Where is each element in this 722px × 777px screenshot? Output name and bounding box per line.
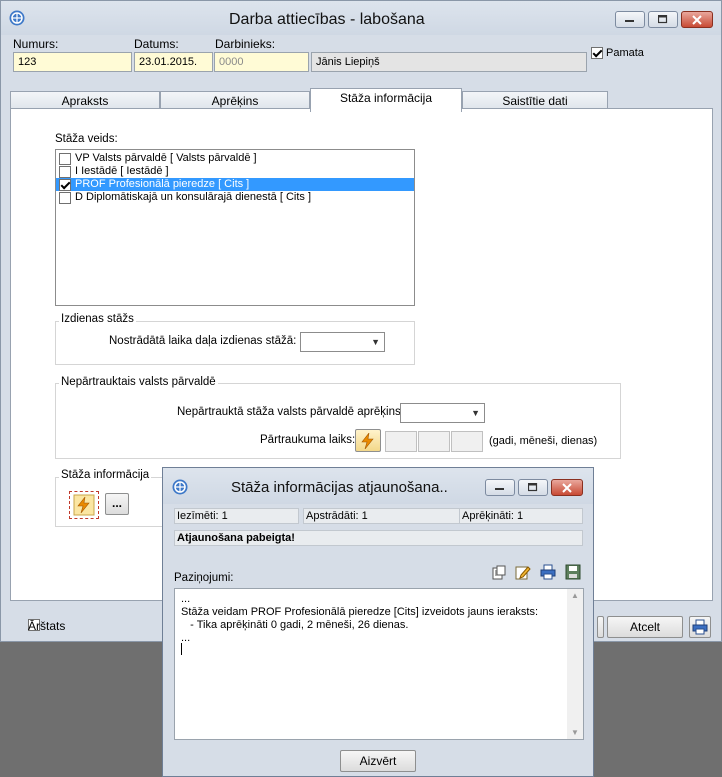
pamata-label: Pamata [606,47,644,59]
nepartrauktais-calc-label: Nepārtrauktā stāža valsts pārvaldē aprēķ… [177,406,404,418]
printer-icon [692,619,708,635]
darbinieks-code-field[interactable]: 0000 [214,52,309,72]
list-item-label: PROF Profesionālā pieredze [ Cits ] [75,178,250,190]
datums-field[interactable]: 23.01.2015. [134,52,213,72]
staza-info-title: Stāža informācija [59,469,152,481]
list-item[interactable]: I Iestādē [ Iestādē ] [56,165,414,178]
log-line: ... [181,593,191,605]
izdienas-label: Nostrādātā laika daļa izdienas stāžā: [109,335,297,347]
pazinojumi-label: Paziņojumi: [174,572,234,584]
messages-area[interactable]: ... Stāža veidam PROF Profesionālā piered… [174,588,584,740]
minimize-icon [625,19,634,22]
break-time-hint: (gadi, mēneši, dienas) [489,435,598,447]
izdienas-title: Izdienas stāžs [59,313,136,325]
print-button[interactable] [689,616,711,638]
list-item[interactable]: VP Valsts pārvaldē [ Valsts pārvaldē ] [56,152,414,165]
dialog-title: Stāža informācijas atjaunošana.. [231,479,448,496]
dialog-maximize-button[interactable] [518,479,548,496]
more-button[interactable]: ... [105,493,129,515]
darbinieks-name-field: Jānis Liepiņš [311,52,587,72]
pamata-checkbox[interactable] [591,47,603,59]
status-field: Atjaunošana pabeigta! [174,530,583,546]
chevron-down-icon: ▼ [371,337,380,347]
log-line: ... [181,632,191,644]
staza-veids-list[interactable]: VP Valsts pārvaldē [ Valsts pārvaldē ] I… [55,149,415,306]
vertical-scrollbar[interactable]: ▲ ▼ [567,589,583,739]
break-months-field[interactable] [418,431,450,452]
refresh-staza-button[interactable] [69,491,99,519]
log-line: Stāža veidam PROF Profesionālā pieredze … [181,606,539,618]
datums-label: Datums: [134,37,179,51]
scroll-up-icon[interactable]: ▲ [571,591,579,600]
app-logo-icon [172,479,188,498]
maximize-icon [658,15,668,24]
copy-icon[interactable] [491,565,507,584]
list-item-checkbox[interactable] [59,152,71,165]
numurs-field[interactable]: 123 [13,52,132,72]
close-icon [562,482,572,493]
list-item-selected[interactable]: PROF Profesionālā pieredze [ Cits ] [56,178,414,191]
list-item-checkbox[interactable] [59,191,71,204]
numurs-label: Numurs: [13,37,59,51]
window-title: Darba attiecības - labošana [229,11,425,28]
staza-veids-label: Stāža veids: [55,133,118,145]
save-icon[interactable] [565,564,581,583]
minimize-icon [495,487,504,490]
minimize-button[interactable] [615,11,645,28]
edit-icon[interactable] [515,564,531,583]
list-item-label: D Diplomātiskajā un konsulārajā dienestā… [75,191,312,203]
dialog-close-button[interactable] [551,479,583,496]
nepartrauktais-calc-combo[interactable]: ▼ [400,403,485,423]
scroll-down-icon[interactable]: ▼ [571,728,579,737]
list-item[interactable]: D Diplomātiskajā un konsulārajā dienestā… [56,191,414,204]
close-icon [692,14,702,25]
list-item-checkbox[interactable] [59,165,71,178]
lightning-icon [73,494,95,516]
hidden-button-edge[interactable] [597,616,604,638]
calculate-break-button[interactable] [355,429,381,452]
break-days-field[interactable] [451,431,483,452]
maximize-button[interactable] [648,11,678,28]
break-years-field[interactable] [385,431,417,452]
nepartrauktais-group [55,383,621,459]
break-time-label: Pārtraukuma laiks: [260,434,356,446]
lightning-icon [361,432,374,449]
izdienas-combo[interactable]: ▼ [300,332,385,352]
nepartrauktais-title: Nepārtrauktais valsts pārvaldē [59,376,218,388]
tab-staza-informacija[interactable]: Stāža informācija [310,88,462,112]
aprekinati-field: Aprēķināti: 1 [459,508,583,524]
chevron-down-icon: ▼ [471,408,480,418]
darbinieks-label: Darbinieks: [215,37,276,51]
list-item-label: VP Valsts pārvaldē [ Valsts pārvaldē ] [75,152,257,164]
maximize-icon [528,483,538,492]
close-dialog-button[interactable]: Aizvērt [340,750,416,772]
iezimeti-field: Iezīmēti: 1 [174,508,299,524]
text-cursor [181,643,182,655]
app-logo-icon [9,10,25,29]
messages-text: ... Stāža veidam PROF Profesionālā piered… [181,593,538,645]
dialog-title-bar[interactable]: Stāža informācijas atjaunošana.. [163,468,593,504]
arstats-label: Ārštats [28,619,66,633]
list-item-label: I Iestādē [ Iestādē ] [75,165,169,177]
cancel-button[interactable]: Atcelt [607,616,683,638]
dialog-minimize-button[interactable] [485,479,515,496]
update-dialog: Stāža informācijas atjaunošana.. Iezīmēt… [162,467,594,777]
list-item-checkbox[interactable] [59,178,71,191]
log-line: - Tika aprēķināti 0 gadi, 2 mēneši, 26 d… [181,619,409,631]
printer-icon[interactable] [540,564,556,583]
close-button[interactable] [681,11,713,28]
title-bar[interactable]: Darba attiecības - labošana [1,1,721,35]
